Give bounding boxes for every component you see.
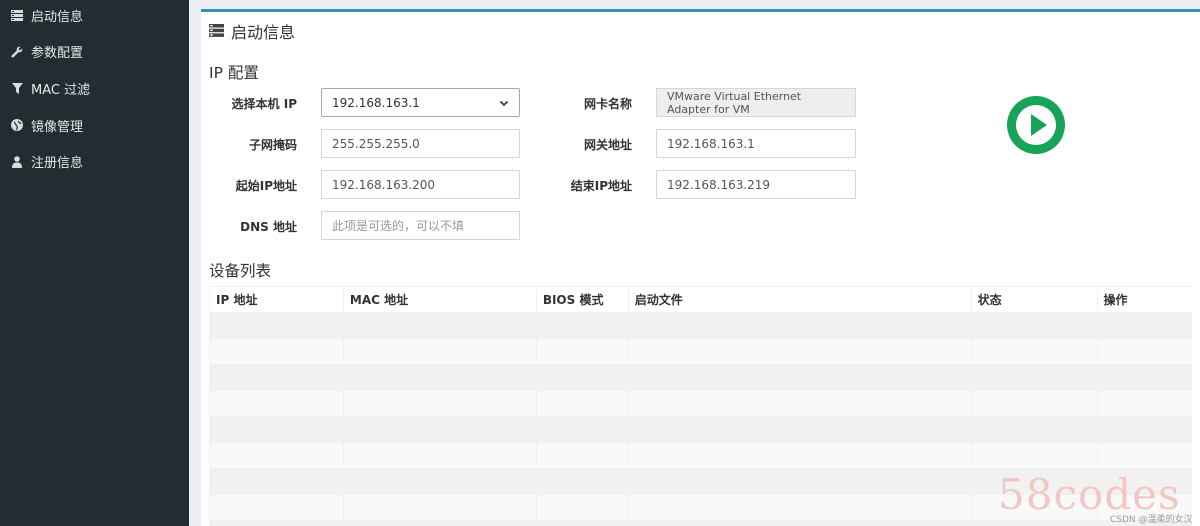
server-icon xyxy=(11,9,23,21)
gateway-input[interactable]: 192.168.163.1 xyxy=(656,129,856,158)
play-icon xyxy=(1007,96,1065,154)
column-header-boot-file[interactable]: 启动文件 xyxy=(627,286,972,313)
user-icon xyxy=(11,155,23,168)
column-header-ip[interactable]: IP 地址 xyxy=(209,286,344,313)
sidebar-item-image-mgmt[interactable]: 镜像管理 xyxy=(0,107,189,144)
sidebar-item-label: 启动信息 xyxy=(31,9,84,25)
end-ip-input[interactable]: 192.168.163.219 xyxy=(656,170,856,199)
table-row xyxy=(209,520,1192,526)
globe-icon xyxy=(11,119,23,132)
sidebar-item-mac-filter[interactable]: MAC 过滤 xyxy=(0,70,189,107)
table-header-row: IP 地址 MAC 地址 BIOS 模式 启动文件 状态 操作 xyxy=(209,286,1192,313)
end-ip-label: 结束IP地址 xyxy=(570,179,632,193)
nic-name-value: VMware Virtual Ethernet Adapter for VM xyxy=(667,89,802,116)
table-row xyxy=(209,390,1192,417)
sidebar: 启动信息 参数配置 MAC 过滤 镜像管理 注册信息 xyxy=(0,0,189,526)
table-row xyxy=(209,364,1192,391)
content-gutter xyxy=(189,0,201,526)
subnet-mask-label: 子网掩码 xyxy=(248,138,297,152)
chevron-down-icon xyxy=(499,98,509,108)
subnet-mask-value: 255.255.255.0 xyxy=(332,136,420,151)
table-row xyxy=(209,338,1192,365)
local-ip-select[interactable]: 192.168.163.1 xyxy=(321,88,520,117)
nic-name-label: 网卡名称 xyxy=(583,97,632,111)
boot-info-panel: 启动信息 IP 配置 选择本机 IP 192.168.163.1 网卡名称 VM… xyxy=(201,9,1200,526)
watermark-caption: CSDN @温柔的女汉子 xyxy=(1110,515,1193,525)
sidebar-item-registration[interactable]: 注册信息 xyxy=(0,143,189,180)
gateway-label: 网关地址 xyxy=(583,138,632,152)
nic-name-field: VMware Virtual Ethernet Adapter for VM xyxy=(656,88,856,117)
sidebar-item-label: 参数配置 xyxy=(31,46,84,62)
page-title: 启动信息 xyxy=(231,23,296,42)
sidebar-item-label: 注册信息 xyxy=(31,156,84,172)
panel-header: 启动信息 xyxy=(209,18,295,44)
start-ip-label: 起始IP地址 xyxy=(235,179,297,193)
column-header-actions[interactable]: 操作 xyxy=(1096,286,1192,313)
select-ip-label: 选择本机 IP xyxy=(231,97,297,111)
sidebar-item-label: MAC 过滤 xyxy=(31,82,91,98)
table-row xyxy=(209,442,1192,469)
gateway-value: 192.168.163.1 xyxy=(667,136,755,151)
local-ip-select-value: 192.168.163.1 xyxy=(332,95,420,110)
start-ip-input[interactable]: 192.168.163.200 xyxy=(321,170,520,199)
server-icon xyxy=(209,24,225,38)
table-row xyxy=(209,312,1192,339)
dns-placeholder: 此项是可选的，可以不填 xyxy=(332,219,465,233)
sidebar-item-boot-info[interactable]: 启动信息 xyxy=(0,0,189,34)
dns-input[interactable]: 此项是可选的，可以不填 xyxy=(321,211,520,240)
column-header-status[interactable]: 状态 xyxy=(970,286,1097,313)
wrench-icon xyxy=(11,46,23,58)
sidebar-item-label: 镜像管理 xyxy=(31,119,84,135)
end-ip-value: 192.168.163.219 xyxy=(667,177,771,192)
dns-label: DNS 地址 xyxy=(240,220,297,234)
filter-icon xyxy=(11,82,23,94)
table-row xyxy=(209,416,1192,443)
column-header-bios[interactable]: BIOS 模式 xyxy=(535,286,629,313)
sidebar-item-params[interactable]: 参数配置 xyxy=(0,34,189,71)
subnet-mask-input[interactable]: 255.255.255.0 xyxy=(321,129,520,158)
device-list-title: 设备列表 xyxy=(209,262,272,280)
ip-config-title: IP 配置 xyxy=(209,64,259,82)
start-service-button[interactable] xyxy=(1007,96,1065,154)
start-ip-value: 192.168.163.200 xyxy=(332,177,436,192)
column-header-mac[interactable]: MAC 地址 xyxy=(342,286,537,313)
